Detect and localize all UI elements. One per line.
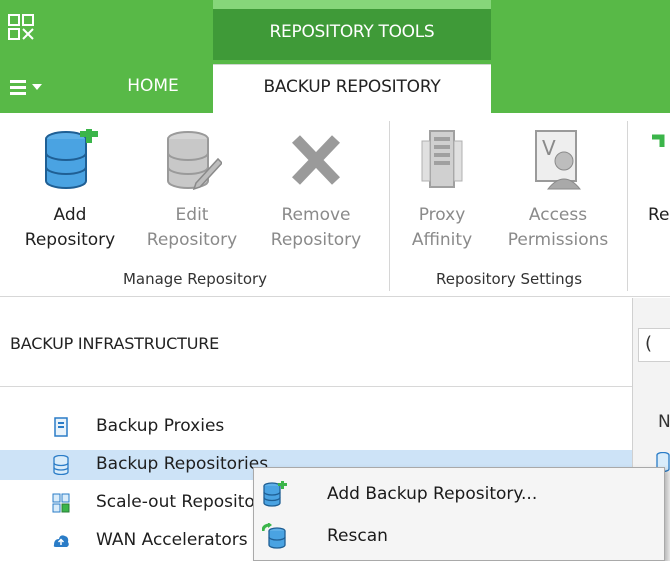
- veeam-logo-icon: [8, 14, 34, 40]
- tree-item-backup-proxies[interactable]: Backup Proxies: [0, 412, 632, 442]
- group-label-manage-repository: Manage Repository: [122, 270, 268, 288]
- add-repository-label-2: Repository: [24, 230, 116, 250]
- database-add-icon: [263, 481, 287, 507]
- pane-divider: [0, 386, 632, 387]
- svg-text:V: V: [542, 136, 556, 160]
- menu-item-label: Rescan: [327, 526, 388, 546]
- access-permissions-label-2: Permissions: [507, 230, 609, 250]
- proxy-affinity-button[interactable]: Proxy Affinity: [382, 129, 502, 253]
- edit-repository-button[interactable]: Edit Repository: [132, 129, 252, 253]
- rescan-label: Re: [648, 205, 670, 225]
- remove-repository-label-1: Remove: [281, 205, 351, 225]
- tab-backup-repository[interactable]: BACKUP REPOSITORY: [213, 64, 491, 113]
- tree-item-label: WAN Accelerators: [96, 530, 248, 550]
- wan-accelerator-icon: [53, 535, 69, 547]
- ribbon: Add Repository Edit Repository Remove Re…: [0, 113, 670, 297]
- access-permissions-button[interactable]: V Access Permissions: [498, 129, 618, 253]
- context-menu: Add Backup Repository... Rescan: [253, 467, 665, 561]
- column-header-name[interactable]: N: [658, 412, 670, 432]
- repository-icon: [53, 455, 69, 475]
- proxy-affinity-label-1: Proxy: [418, 205, 466, 225]
- database-edit-icon: [167, 131, 224, 191]
- access-permissions-label-1: Access: [528, 205, 588, 225]
- edit-repository-label-2: Repository: [146, 230, 238, 250]
- server-icon: [421, 130, 463, 188]
- remove-repository-label-2: Repository: [270, 230, 362, 250]
- search-input[interactable]: (: [638, 328, 670, 362]
- pane-header: BACKUP INFRASTRUCTURE: [10, 334, 220, 353]
- group-label-repository-settings: Repository Settings: [435, 270, 583, 288]
- rescan-icon: [652, 134, 665, 147]
- scaleout-repository-icon: [52, 493, 70, 513]
- hamburger-menu-icon[interactable]: [8, 76, 48, 100]
- edit-repository-label-1: Edit: [175, 205, 209, 225]
- contextual-tab-group-label: REPOSITORY TOOLS: [269, 22, 435, 42]
- add-repository-button[interactable]: Add Repository: [10, 125, 130, 253]
- add-repository-label-1: Add: [53, 205, 87, 225]
- tree-item-label: Backup Repositories: [96, 454, 269, 474]
- menu-item-add-backup-repository[interactable]: Add Backup Repository...: [254, 474, 664, 514]
- tab-backup-repository-label: BACKUP REPOSITORY: [263, 77, 441, 97]
- search-field-glyph: (: [645, 333, 653, 354]
- remove-x-icon: [292, 135, 340, 185]
- database-add-icon: [45, 125, 98, 189]
- rescan-button[interactable]: Re: [648, 129, 670, 228]
- menu-item-rescan[interactable]: Rescan: [254, 516, 664, 556]
- tab-home[interactable]: HOME: [103, 76, 203, 96]
- remove-repository-button[interactable]: Remove Repository: [256, 129, 376, 253]
- ribbon-group-separator: [627, 121, 628, 291]
- proxy-affinity-label-2: Affinity: [411, 230, 473, 250]
- rescan-icon: [262, 523, 286, 549]
- tree-item-label: Backup Proxies: [96, 416, 225, 436]
- proxy-icon: [54, 417, 68, 437]
- user-permissions-icon: V: [535, 130, 582, 190]
- menu-item-label: Add Backup Repository...: [327, 484, 538, 504]
